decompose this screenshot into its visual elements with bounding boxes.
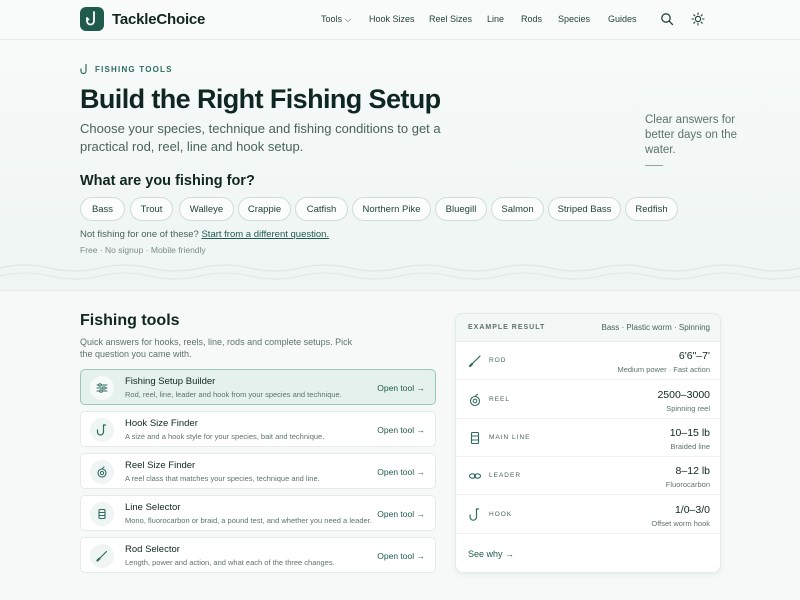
brand-name[interactable]: TackleChoice: [112, 11, 205, 28]
logo-icon[interactable]: [80, 7, 104, 31]
hero-meta: Free · No signup · Mobile friendly: [80, 245, 206, 255]
nav-guides[interactable]: Guides: [608, 14, 637, 24]
tool-desc: Mono, fluorocarbon or braid, a pound tes…: [125, 516, 372, 525]
chip-crappie[interactable]: Crappie: [238, 197, 291, 221]
sliders-icon: [96, 383, 108, 393]
example-context: Bass · Plastic worm · Spinning: [601, 323, 710, 332]
tool-reel-size-finder[interactable]: Reel Size Finder A reel class that match…: [80, 453, 436, 489]
tools-subtitle: Quick answers for hooks, reels, line, ro…: [80, 337, 353, 359]
see-why-link[interactable]: See why →: [468, 549, 514, 559]
alternate-question: Not fishing for one of these? Start from…: [80, 229, 329, 240]
open-tool-link[interactable]: Open tool →: [377, 383, 425, 393]
row-label: ROD: [489, 357, 507, 364]
open-tool-link[interactable]: Open tool →: [377, 425, 425, 435]
hook-icon: [80, 64, 87, 75]
nav-reel-sizes[interactable]: Reel Sizes: [429, 14, 472, 24]
tool-desc: A size and a hook style for your species…: [125, 432, 325, 441]
row-note: Offset worm hook: [651, 519, 710, 528]
tool-rod-selector[interactable]: Rod Selector Length, power and action, a…: [80, 537, 436, 573]
tools-title: Fishing tools: [80, 312, 180, 329]
row-value: 2500–3000: [657, 389, 710, 401]
tool-name: Fishing Setup Builder: [125, 376, 216, 387]
row-value: 10–15 lb: [669, 427, 710, 439]
nav-tools[interactable]: Tools ⌵: [321, 14, 351, 25]
leader-icon: [468, 473, 482, 479]
chip-striped-bass[interactable]: Striped Bass: [548, 197, 621, 221]
tool-name: Reel Size Finder: [125, 460, 196, 471]
chip-salmon[interactable]: Salmon: [491, 197, 544, 221]
chip-catfish[interactable]: Catfish: [295, 197, 348, 221]
eyebrow-text: FISHING TOOLS: [95, 65, 173, 74]
chip-walleye[interactable]: Walleye: [179, 197, 234, 221]
rod-icon: [468, 355, 481, 368]
row-label: LEADER: [489, 472, 522, 479]
tool-desc: Length, power and action, and what each …: [125, 558, 335, 567]
nav-line[interactable]: Line: [487, 14, 504, 24]
tool-fishing-setup-builder[interactable]: Fishing Setup Builder Rod, reel, line, l…: [80, 369, 436, 405]
tool-name: Hook Size Finder: [125, 418, 198, 429]
row-value: 8–12 lb: [675, 465, 710, 477]
hook-icon: [96, 423, 107, 436]
chip-bluegill[interactable]: Bluegill: [435, 197, 487, 221]
tool-hook-size-finder[interactable]: Hook Size Finder A size and a hook style…: [80, 411, 436, 447]
result-row-hook: HOOK 1/0–3/0 Offset worm hook: [456, 496, 720, 534]
example-label: EXAMPLE RESULT: [468, 324, 546, 331]
nav-hook-sizes[interactable]: Hook Sizes: [369, 14, 415, 24]
species-question: What are you fishing for?: [80, 173, 255, 189]
tool-name: Rod Selector: [125, 544, 180, 555]
open-tool-link[interactable]: Open tool →: [377, 467, 425, 477]
hero-subtitle: Choose your species, technique and fishi…: [80, 121, 441, 154]
chip-redfish[interactable]: Redfish: [625, 197, 678, 221]
result-row-main-line: MAIN LINE 10–15 lb Braided line: [456, 419, 720, 457]
hook-logo-icon: [86, 11, 95, 26]
chip-bass[interactable]: Bass: [80, 197, 125, 221]
nav-species[interactable]: Species: [558, 14, 590, 24]
eyebrow: FISHING TOOLS: [80, 64, 173, 75]
tool-line-selector[interactable]: Line Selector Mono, fluorocarbon or brai…: [80, 495, 436, 531]
tool-name: Line Selector: [125, 502, 181, 513]
spool-icon: [470, 431, 480, 445]
reel-icon: [469, 393, 481, 407]
row-label: HOOK: [489, 511, 513, 518]
example-result-card: EXAMPLE RESULT Bass · Plastic worm · Spi…: [455, 313, 721, 573]
row-value: 1/0–3/0: [674, 504, 710, 516]
chip-northern-pike[interactable]: Northern Pike: [352, 197, 431, 221]
page-title: Build the Right Fishing Setup: [80, 84, 441, 114]
result-row-reel: REEL 2500–3000 Spinning reel: [456, 381, 720, 419]
tool-desc: A reel class that matches your species, …: [125, 474, 320, 483]
result-row-leader: LEADER 8–12 lb Fluorocarbon: [456, 457, 720, 495]
open-tool-link[interactable]: Open tool →: [377, 551, 425, 561]
open-tool-link[interactable]: Open tool →: [377, 509, 425, 519]
row-label: REEL: [489, 396, 510, 403]
alternate-question-text: Not fishing for one of these?: [80, 229, 199, 240]
result-row-rod: ROD 6'6"–7' Medium power · Fast action: [456, 342, 720, 380]
row-label: MAIN LINE: [489, 434, 531, 441]
site-header: TackleChoice Tools ⌵ Hook Sizes Reel Siz…: [0, 0, 800, 40]
row-value: 6'6"–7': [678, 350, 710, 362]
row-note: Medium power · Fast action: [617, 365, 710, 374]
side-note-divider: [645, 165, 663, 166]
tool-desc: Rod, reel, line, leader and hook from yo…: [125, 390, 342, 399]
search-icon[interactable]: [660, 12, 674, 26]
example-card-header: EXAMPLE RESULT Bass · Plastic worm · Spi…: [456, 314, 720, 342]
row-note: Braided line: [670, 442, 710, 451]
wave-decoration: [0, 264, 800, 280]
row-note: Spinning reel: [666, 404, 710, 413]
side-note: Clear answers for better days on the wat…: [645, 114, 738, 156]
alternate-question-link[interactable]: Start from a different question.: [201, 229, 329, 240]
nav-rods[interactable]: Rods: [521, 14, 542, 24]
rod-icon: [96, 550, 108, 562]
spool-icon: [98, 508, 106, 520]
sun-icon[interactable]: [691, 12, 705, 26]
chip-trout[interactable]: Trout: [130, 197, 173, 221]
reel-icon: [97, 466, 107, 478]
row-note: Fluorocarbon: [665, 480, 710, 489]
hook-icon: [469, 508, 480, 521]
